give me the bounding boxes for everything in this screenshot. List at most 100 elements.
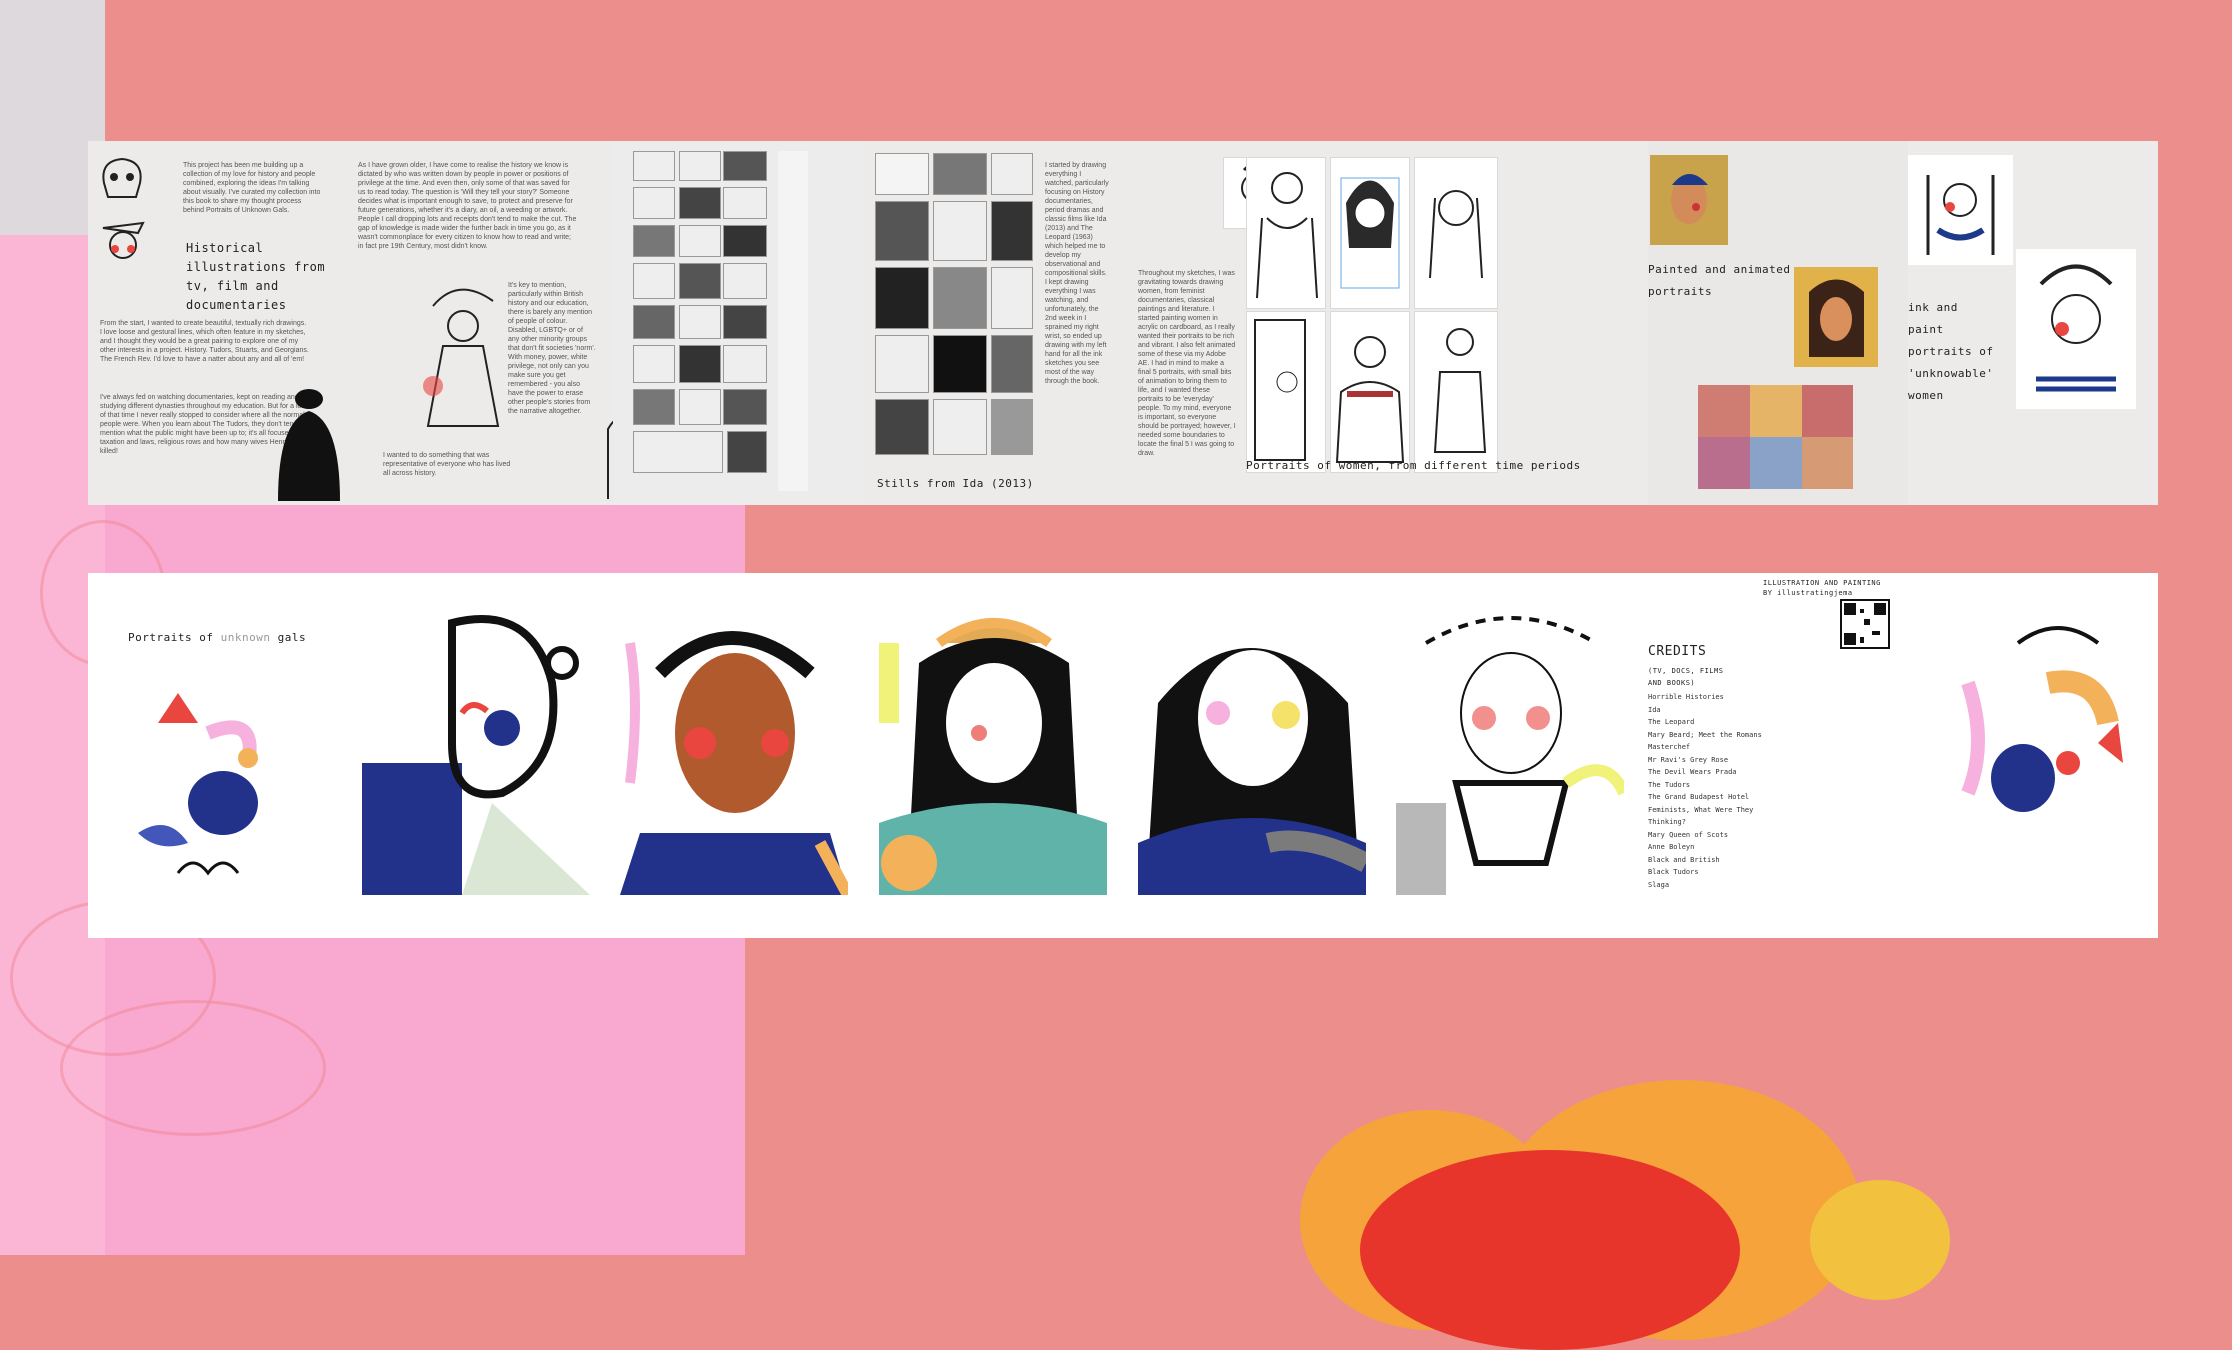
sketch-thumbnail — [679, 151, 721, 181]
ida-still — [933, 153, 987, 195]
king-silhouette — [268, 381, 350, 501]
sketch-column — [778, 151, 808, 491]
panel-thumbnail-sketches — [613, 141, 863, 505]
painted-portrait — [1650, 155, 1728, 245]
caption-portraits: Portraits of women, from different time … — [1246, 459, 1581, 472]
sketch-thumbnail — [723, 225, 767, 257]
credit-item: Ida — [1648, 705, 1661, 714]
cover-abstract-portrait — [128, 673, 288, 893]
intro-heading: Historical illustrations from tv, film a… — [186, 241, 326, 312]
ida-still — [991, 201, 1033, 261]
credit-item: Mary Queen of Scots — [1648, 830, 1729, 839]
sketch-thumbnail — [723, 187, 767, 219]
painted-portrait-collage — [1698, 385, 1853, 489]
sketch-thumbnail — [723, 305, 767, 339]
sketch-thumbnail — [723, 389, 767, 425]
background-doodle — [60, 1000, 326, 1136]
credit-item: The Grand Budapest Hotel — [1648, 793, 1750, 801]
credits-title: CREDITS — [1648, 644, 1707, 659]
ink-portrait — [2016, 249, 2136, 409]
credit-item: Black and British — [1648, 855, 1720, 864]
illustration-label: ILLUSTRATION AND PAINTING — [1763, 579, 1881, 587]
ida-still — [875, 335, 929, 393]
ida-still — [933, 201, 987, 261]
panel-credits: ILLUSTRATION AND PAINTING BY illustratin… — [1648, 573, 1913, 938]
ida-still — [933, 267, 987, 329]
ink-portrait — [1908, 155, 2013, 265]
ida-still — [991, 267, 1033, 329]
intro-paragraph-1: This project has been me building up a c… — [183, 162, 321, 214]
elizabethan-woman-sketch — [413, 276, 508, 436]
final-portraits-strip: Portraits of unknown gals ILLUSTRATION A… — [88, 573, 2158, 938]
credit-item: Mary Beard; Meet the Romans — [1648, 730, 1762, 739]
qr-code[interactable] — [1840, 599, 1890, 649]
history-paragraph-1: As I have grown older, I have come to re… — [358, 162, 577, 250]
women-paragraph: Throughout my sketches, I was gravitatin… — [1138, 270, 1236, 457]
credit-item: Masterchef — [1648, 743, 1691, 751]
sketchbook-spread-strip: This project has been me building up a c… — [88, 141, 2158, 505]
credit-item: Feminists, What Were They Thinking? — [1648, 805, 1754, 827]
woman-sketch — [1246, 157, 1326, 309]
woman-sketch — [1414, 157, 1498, 309]
sketch-thumbnail — [679, 263, 721, 299]
credits-list: Horrible Histories Ida The Leopard Mary … — [1648, 691, 1768, 891]
sketch-thumbnail — [679, 225, 721, 257]
cover-title-part: Portraits of — [128, 631, 221, 644]
sketch-thumbnail — [633, 305, 675, 339]
credit-item: The Devil Wears Prada — [1648, 768, 1737, 776]
panel-cover: Portraits of unknown gals — [88, 573, 343, 938]
credit-item: Black Tudors — [1648, 868, 1699, 876]
credit-item: The Tudors — [1648, 780, 1691, 789]
sketch-thumbnail — [679, 345, 721, 383]
artist-handle: BY illustratingjema — [1763, 589, 1853, 597]
sketch-thumbnail — [633, 225, 675, 257]
woman-sketch — [1414, 311, 1498, 473]
ida-still — [875, 153, 929, 195]
sketch-thumbnail — [679, 305, 721, 339]
intro-paragraph-2: From the start, I wanted to create beaut… — [100, 320, 309, 363]
credit-item: The Leopard — [1648, 718, 1695, 726]
skull-sketch — [96, 153, 148, 201]
ida-still — [991, 335, 1033, 393]
sketch-thumbnail — [679, 187, 721, 219]
sketch-thumbnail — [633, 431, 723, 473]
credit-item: Mr Ravi's Grey Rose — [1648, 755, 1729, 764]
panel-women-portraits: Throughout my sketches, I was gravitatin… — [1138, 141, 1658, 505]
sketch-thumbnail — [723, 263, 767, 299]
ida-still — [991, 153, 1033, 195]
credit-item: Anne Boleyn — [1648, 843, 1695, 851]
credit-item: Slaga — [1648, 880, 1670, 889]
panel-ink-portraits: ink and paint portraits of 'unknowable' … — [1908, 141, 2158, 505]
tudor-face-sketch — [98, 213, 148, 263]
history-paragraph-2: It's key to mention, particularly within… — [508, 282, 596, 415]
cover-title-highlight: unknown — [220, 631, 271, 644]
woman-sketch — [1330, 311, 1410, 473]
credit-item: Horrible Histories — [1648, 693, 1724, 701]
ida-still — [875, 267, 929, 329]
process-paragraph: I started by drawing everything I watche… — [1045, 162, 1109, 385]
panel-intro: This project has been me building up a c… — [88, 141, 358, 505]
cover-title: Portraits of unknown gals — [128, 631, 328, 644]
sketch-thumbnail — [679, 389, 721, 425]
ida-still — [991, 399, 1033, 455]
panel-back-cover — [1928, 573, 2158, 938]
heading-painted: Painted and animated portraits — [1648, 263, 1791, 298]
final-portrait-3 — [879, 603, 1107, 895]
sketch-thumbnail — [633, 151, 675, 181]
cover-title-part: gals — [270, 631, 307, 644]
sketch-thumbnail — [633, 263, 675, 299]
painted-portrait — [1794, 267, 1878, 367]
woman-sketch — [1330, 157, 1410, 309]
sketch-thumbnail — [723, 151, 767, 181]
credits-subtitle: (TV, DOCS, FILMS AND BOOKS) — [1648, 667, 1724, 687]
sketch-thumbnail — [633, 187, 675, 219]
history-paragraph-3: I wanted to do something that was repres… — [383, 452, 511, 477]
back-cover-abstract-portrait — [1948, 613, 2138, 853]
sketch-thumbnail — [723, 345, 767, 383]
sketch-thumbnail — [727, 431, 767, 473]
panel-history-text: As I have grown older, I have come to re… — [358, 141, 640, 505]
ida-still — [875, 399, 929, 455]
woman-sketch — [1246, 311, 1326, 473]
ida-still — [933, 399, 987, 455]
panel-ida-stills: Stills from Ida (2013) I started by draw… — [863, 141, 1113, 505]
